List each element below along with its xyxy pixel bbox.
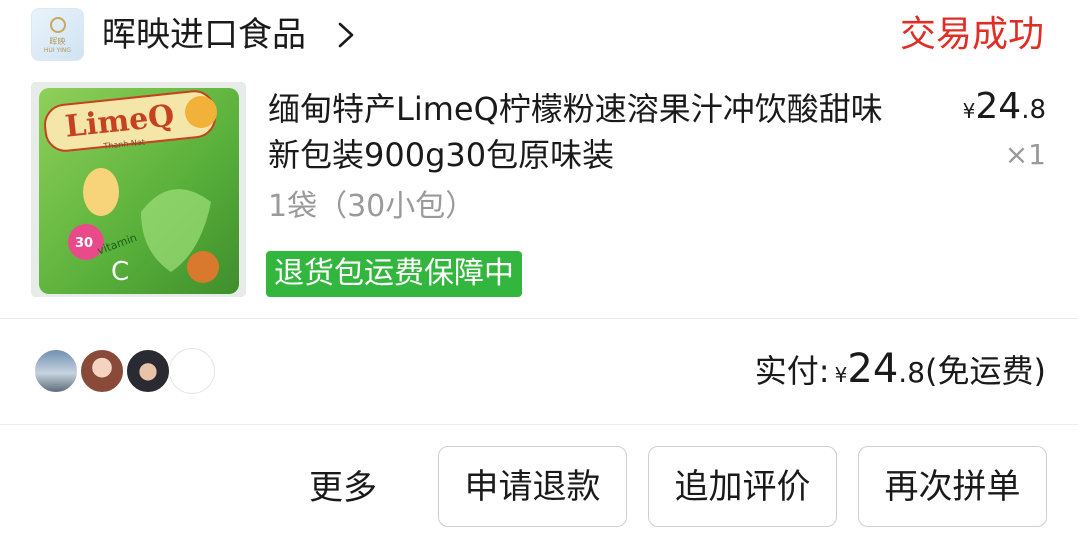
group-again-button[interactable]: 再次拼单: [858, 446, 1047, 527]
store-logo-emblem: [50, 17, 66, 33]
avatar-boy[interactable]: [125, 348, 171, 394]
price-decimal: .8: [1021, 95, 1046, 125]
order-status: 交易成功: [899, 14, 1044, 55]
paid-currency: ¥: [834, 363, 848, 387]
product-title[interactable]: 缅甸特产LimeQ柠檬粉速溶果汁冲饮酸甜味新包装900g30包原味装: [268, 86, 908, 178]
add-review-button[interactable]: 追加评价: [648, 446, 837, 527]
avatar-empty[interactable]: [169, 348, 215, 394]
more-button[interactable]: 更多: [309, 466, 377, 510]
product-spec: 1袋（30小包）: [268, 189, 476, 224]
package-vitamin-letter: C: [111, 257, 129, 287]
paid-integer: 24: [847, 346, 899, 392]
store-logo-text: 晖映: [49, 37, 66, 46]
return-shipping-badge: 退货包运费保障中: [266, 251, 522, 297]
product-quantity: ×1: [1004, 138, 1046, 171]
store-name[interactable]: 晖映进口食品: [102, 14, 306, 56]
divider: [0, 424, 1078, 425]
divider: [0, 318, 1078, 319]
avatar-landscape[interactable]: [33, 348, 79, 394]
free-shipping-note: (免运费): [925, 352, 1046, 390]
price-currency: ¥: [962, 99, 976, 123]
paid-label: 实付:: [754, 352, 830, 390]
store-logo[interactable]: 晖映 HUI YING: [31, 8, 84, 61]
avatar-girl[interactable]: [79, 348, 125, 394]
paid-amount: 实付: ¥24.8(免运费): [755, 346, 1046, 392]
paid-decimal: .8: [898, 356, 926, 389]
product-price: ¥24.8: [963, 86, 1046, 127]
chevron-right-icon[interactable]: [334, 20, 358, 50]
product-image[interactable]: LimeQ Thanh Nat 30 vitamin C: [31, 82, 246, 297]
refund-button[interactable]: 申请退款: [438, 446, 627, 527]
product-package-illustration: LimeQ Thanh Nat 30 vitamin C: [31, 82, 246, 297]
price-integer: 24: [975, 86, 1022, 127]
package-count: 30: [75, 236, 93, 251]
store-logo-subtext: HUI YING: [43, 47, 72, 54]
